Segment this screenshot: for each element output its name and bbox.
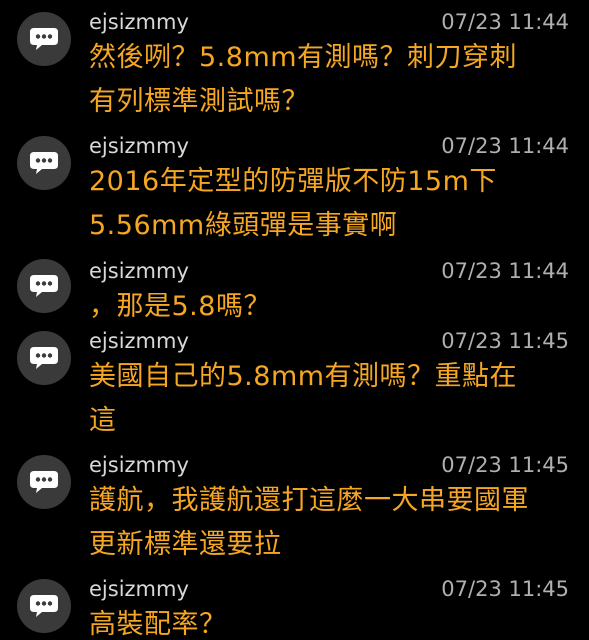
avatar[interactable]	[17, 579, 71, 633]
comment-timestamp: 07/23 11:45	[441, 577, 569, 601]
comment-author[interactable]: ejsizmmy	[89, 10, 189, 34]
comment-text: 然後咧？5.8mm有測嗎？刺刀穿刺 有列標準測試嗎？	[89, 36, 569, 124]
avatar[interactable]	[17, 259, 71, 313]
comment-author[interactable]: ejsizmmy	[89, 453, 189, 477]
comment-text-line: 這	[89, 405, 117, 436]
avatar[interactable]	[17, 12, 71, 66]
comment-author[interactable]: ejsizmmy	[89, 329, 189, 353]
speech-bubble-icon	[30, 152, 58, 174]
comment-text: 護航，我護航還打這麼一大串要國軍 更新標準還要拉	[89, 479, 569, 567]
comment-author[interactable]: ejsizmmy	[89, 577, 189, 601]
comment-text: 高裝配率？	[89, 603, 569, 640]
comment-text-line: 高裝配率？	[89, 609, 227, 640]
comment-author[interactable]: ejsizmmy	[89, 259, 189, 283]
comment-text: ，那是5.8嗎？	[89, 285, 569, 329]
speech-bubble-icon	[30, 471, 58, 493]
speech-bubble-icon	[30, 595, 58, 617]
comment-author[interactable]: ejsizmmy	[89, 134, 189, 158]
comment-text-line: 護航，我護航還打這麼一大串要國軍	[89, 485, 529, 516]
comment-text-line: 美國自己的5.8mm有測嗎？重點在	[89, 361, 518, 392]
avatar[interactable]	[17, 455, 71, 509]
speech-bubble-icon	[30, 28, 58, 50]
comment-text: 美國自己的5.8mm有測嗎？重點在 這	[89, 355, 569, 443]
comment-timestamp: 07/23 11:45	[441, 329, 569, 353]
comment-timestamp: 07/23 11:44	[441, 259, 569, 283]
speech-bubble-icon	[30, 347, 58, 369]
avatar[interactable]	[17, 331, 71, 385]
comment-timestamp: 07/23 11:45	[441, 453, 569, 477]
speech-bubble-icon	[30, 275, 58, 297]
comment-text-line: 有列標準測試嗎？	[89, 86, 309, 117]
comment-text-line: 5.56mm綠頭彈是事實啊	[89, 210, 398, 241]
comment-timestamp: 07/23 11:44	[441, 134, 569, 158]
comment-text-line: ，那是5.8嗎？	[89, 291, 271, 322]
comment-text-line: 2016年定型的防彈版不防15m下	[89, 166, 497, 197]
comment-text-line: 更新標準還要拉	[89, 529, 282, 560]
comment-text-line: 然後咧？5.8mm有測嗎？刺刀穿刺	[89, 42, 518, 73]
comment-timestamp: 07/23 11:44	[441, 10, 569, 34]
comment-text: 2016年定型的防彈版不防15m下 5.56mm綠頭彈是事實啊	[89, 160, 569, 248]
avatar[interactable]	[17, 136, 71, 190]
